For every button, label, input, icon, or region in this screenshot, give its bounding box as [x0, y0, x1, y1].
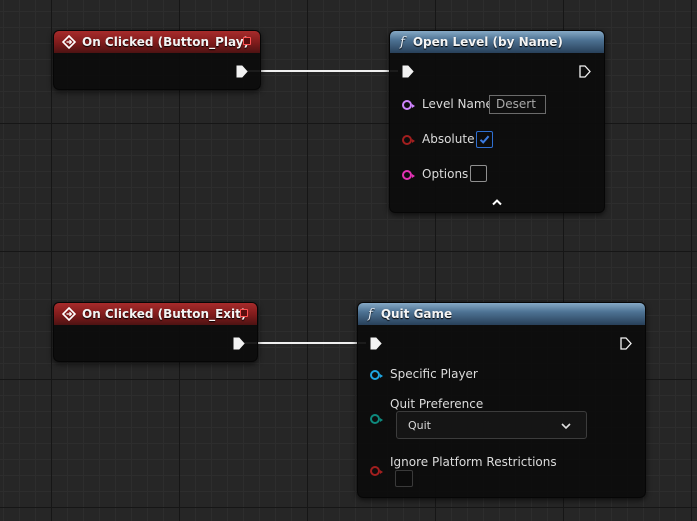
- collapse-advanced-icon[interactable]: [491, 198, 503, 206]
- absolute-checkbox[interactable]: [476, 131, 493, 148]
- specific-player-label: Specific Player: [390, 367, 478, 381]
- event-node-exit[interactable]: On Clicked (Button_Exit): [53, 302, 258, 362]
- level-name-pin[interactable]: [402, 100, 415, 110]
- options-pin[interactable]: [402, 170, 415, 180]
- event-node-play-header[interactable]: On Clicked (Button_Play): [54, 31, 260, 53]
- function-node-open-level[interactable]: f Open Level (by Name) Level Name Desert…: [389, 30, 605, 213]
- absolute-pin[interactable]: [402, 135, 415, 145]
- function-node-open-level-header[interactable]: f Open Level (by Name): [390, 31, 604, 53]
- chevron-down-icon: [561, 423, 571, 430]
- quit-preference-dropdown[interactable]: Quit: [396, 411, 587, 439]
- absolute-label: Absolute: [422, 132, 475, 146]
- event-diamond-icon: [62, 307, 76, 321]
- specific-player-pin[interactable]: [370, 370, 383, 380]
- exec-out-pin[interactable]: [236, 65, 248, 78]
- function-node-quit-game[interactable]: f Quit Game Specific Player Quit Prefere…: [357, 302, 646, 498]
- exec-out-pin[interactable]: [579, 65, 591, 78]
- exec-in-pin[interactable]: [402, 65, 414, 78]
- event-diamond-icon: [62, 35, 76, 49]
- exec-out-pin[interactable]: [620, 337, 632, 350]
- ignore-restrictions-pin[interactable]: [370, 466, 383, 476]
- exec-out-pin[interactable]: [233, 337, 245, 350]
- exec-in-pin[interactable]: [370, 337, 382, 350]
- quit-preference-label: Quit Preference: [390, 397, 484, 411]
- quit-preference-value: Quit: [408, 419, 431, 432]
- function-icon: f: [368, 306, 373, 322]
- event-node-play[interactable]: On Clicked (Button_Play): [53, 30, 261, 90]
- level-name-input[interactable]: Desert: [489, 95, 546, 114]
- function-node-quit-game-title: Quit Game: [380, 307, 453, 321]
- level-name-label: Level Name: [422, 97, 493, 111]
- ignore-restrictions-checkbox[interactable]: [395, 470, 413, 487]
- function-node-open-level-title: Open Level (by Name): [412, 35, 563, 49]
- delegate-pin[interactable]: [240, 309, 248, 317]
- function-node-quit-game-header[interactable]: f Quit Game: [358, 303, 645, 325]
- ignore-restrictions-label: Ignore Platform Restrictions: [390, 455, 557, 469]
- function-icon: f: [400, 34, 405, 50]
- event-node-exit-title: On Clicked (Button_Exit): [82, 307, 247, 321]
- quit-preference-pin[interactable]: [370, 414, 383, 424]
- delegate-pin[interactable]: [243, 37, 251, 45]
- options-label: Options: [422, 167, 469, 181]
- options-input[interactable]: [470, 165, 487, 182]
- checkmark-icon: [479, 135, 490, 144]
- event-node-play-title: On Clicked (Button_Play): [82, 35, 250, 49]
- event-node-exit-header[interactable]: On Clicked (Button_Exit): [54, 303, 257, 325]
